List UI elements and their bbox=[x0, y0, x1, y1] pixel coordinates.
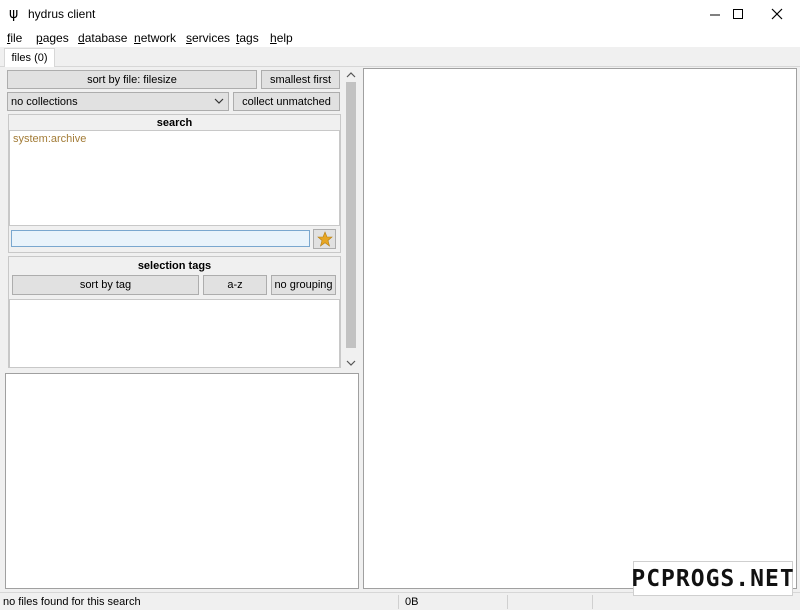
chevron-down-icon bbox=[214, 96, 224, 109]
tag-grouping-button[interactable]: no grouping bbox=[271, 275, 336, 295]
maximize-icon bbox=[732, 8, 743, 19]
status-divider bbox=[507, 595, 508, 609]
collections-dropdown[interactable]: no collections bbox=[7, 92, 229, 111]
tag-order-button[interactable]: a-z bbox=[203, 275, 267, 295]
menu-help[interactable]: help bbox=[270, 31, 293, 45]
search-panel-title: search bbox=[156, 117, 193, 129]
search-input[interactable] bbox=[11, 230, 310, 247]
watermark-badge: PCPROGS.NET bbox=[631, 561, 794, 596]
menu-pages[interactable]: pages bbox=[36, 31, 69, 45]
search-predicate-list[interactable]: system:archive bbox=[9, 130, 340, 226]
scroll-up-icon[interactable] bbox=[346, 70, 356, 82]
sort-by-button[interactable]: sort by file: filesize bbox=[7, 70, 257, 89]
favourite-searches-button[interactable] bbox=[313, 229, 336, 249]
selection-tags-list[interactable] bbox=[9, 299, 340, 368]
window-title: hydrus client bbox=[28, 7, 96, 21]
status-message: no files found for this search bbox=[3, 596, 141, 608]
status-size: 0B bbox=[405, 596, 419, 608]
scroll-down-icon[interactable] bbox=[346, 358, 356, 370]
star-icon bbox=[316, 231, 333, 247]
predicate-system-archive[interactable]: system:archive bbox=[13, 133, 86, 145]
collect-unmatched-button[interactable]: collect unmatched bbox=[233, 92, 340, 111]
thumbnail-grid[interactable] bbox=[363, 68, 797, 589]
status-divider bbox=[592, 595, 593, 609]
sort-order-button[interactable]: smallest first bbox=[261, 70, 340, 89]
title-bar: ψ hydrus client bbox=[0, 0, 800, 28]
left-panel-scrollbar[interactable] bbox=[344, 68, 358, 370]
scroll-thumb[interactable] bbox=[346, 82, 356, 348]
selection-tags-title: selection tags bbox=[137, 260, 212, 272]
hydrus-logo-icon: ψ bbox=[9, 6, 19, 22]
collections-selected: no collections bbox=[11, 95, 78, 108]
menu-bar: file pages database network services tag… bbox=[0, 28, 800, 47]
close-icon bbox=[771, 8, 783, 20]
menu-file[interactable]: file bbox=[7, 31, 22, 45]
menu-network[interactable]: network bbox=[134, 31, 176, 45]
status-divider bbox=[398, 595, 399, 609]
tab-files[interactable]: files (0) bbox=[4, 48, 55, 67]
menu-services[interactable]: services bbox=[186, 31, 230, 45]
close-button[interactable] bbox=[754, 0, 800, 28]
menu-tags[interactable]: tags bbox=[236, 31, 259, 45]
tag-sort-button[interactable]: sort by tag bbox=[12, 275, 199, 295]
menu-database[interactable]: database bbox=[78, 31, 127, 45]
media-preview-pane bbox=[5, 373, 359, 589]
tab-bar-divider bbox=[0, 66, 800, 67]
